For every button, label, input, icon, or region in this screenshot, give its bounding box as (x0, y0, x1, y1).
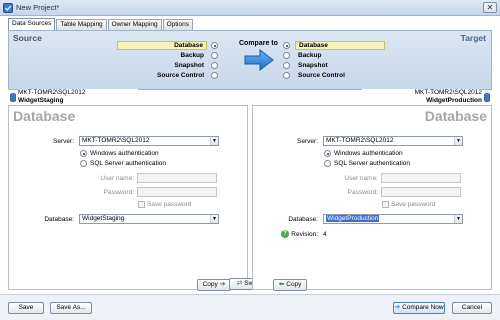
source-radio-backup[interactable] (211, 52, 218, 59)
target-password-input[interactable] (381, 187, 461, 197)
source-username-input[interactable] (137, 173, 217, 183)
target-password-label: Password: (347, 189, 378, 196)
target-save-password-checkbox[interactable] (382, 201, 389, 208)
target-server-select[interactable]: MKT-TOMR2\SQL2012 ▼ (323, 136, 463, 146)
target-windows-auth-radio[interactable] (324, 150, 331, 157)
target-username-label: User name: (344, 175, 378, 182)
source-sql-auth-label[interactable]: SQL Server authentication (90, 160, 166, 167)
source-windows-auth-radio[interactable] (80, 150, 87, 157)
target-windows-auth-label[interactable]: Windows authentication (334, 150, 403, 157)
source-option-source-control[interactable]: Source Control (114, 72, 204, 79)
target-panel-heading: Database (424, 108, 487, 124)
target-server-line: MKT-TOMR2\SQL2012 (414, 89, 482, 96)
source-database-value: WidgetStaging (82, 215, 125, 222)
target-option-backup[interactable]: Backup (295, 52, 385, 59)
target-database-line: WidgetProduction (426, 96, 482, 104)
chevron-down-icon[interactable]: ▼ (210, 137, 218, 145)
chevron-down-icon[interactable]: ▼ (454, 215, 462, 223)
target-radio-backup[interactable] (283, 52, 290, 59)
source-option-database[interactable]: Database (117, 41, 207, 50)
source-sql-auth-radio[interactable] (80, 160, 87, 167)
target-revision-value: 4 (323, 231, 327, 238)
close-button[interactable]: ✕ (483, 2, 497, 13)
source-username-label: User name: (100, 175, 134, 182)
target-connection-summary: MKT-TOMR2\SQL2012 WidgetProduction (362, 89, 482, 105)
tab-strip: Data Sources Table Mapping Owner Mapping… (8, 18, 194, 30)
title-bar: New Project* ✕ (0, 0, 500, 16)
source-server-label: Server: (53, 138, 74, 145)
target-panel: Database Server: MKT-TOMR2\SQL2012 ▼ Win… (252, 105, 492, 291)
source-server-select[interactable]: MKT-TOMR2\SQL2012 ▼ (79, 136, 219, 146)
source-password-label: Password: (103, 189, 134, 196)
compare-icon: ➔ (394, 304, 401, 311)
copy-left-button[interactable]: ⬅ Copy (273, 279, 307, 291)
source-connection-summary: MKT-TOMR2\SQL2012 WidgetStaging (18, 89, 138, 105)
arrow-right-icon: ➔ (219, 281, 226, 288)
cancel-button[interactable]: Cancel (452, 302, 492, 314)
compare-to-label: Compare to (239, 40, 278, 47)
target-server-value: MKT-TOMR2\SQL2012 (326, 137, 394, 144)
target-database-value: WidgetProduction (326, 215, 380, 222)
tab-options[interactable]: Options (162, 19, 193, 30)
compare-now-button[interactable]: ➔ Compare Now (393, 302, 445, 314)
source-panel-heading: Database (13, 108, 76, 124)
target-save-password-label: Save password (391, 201, 436, 208)
app-icon (3, 3, 13, 13)
target-radio-source-control[interactable] (283, 72, 290, 79)
save-as-button[interactable]: Save As... (50, 302, 92, 314)
window-title: New Project* (16, 3, 60, 12)
target-database-select[interactable]: WidgetProduction ▼ (323, 214, 463, 224)
source-database-icon (10, 93, 16, 102)
source-option-backup[interactable]: Backup (114, 52, 204, 59)
target-option-source-control[interactable]: Source Control (295, 72, 385, 79)
source-server-value: MKT-TOMR2\SQL2012 (82, 137, 150, 144)
tab-table-mapping[interactable]: Table Mapping (56, 19, 107, 30)
source-database-label: Database: (44, 216, 74, 223)
source-server-line: MKT-TOMR2\SQL2012 (18, 89, 86, 96)
chevron-down-icon[interactable]: ▼ (454, 137, 462, 145)
target-server-label: Server: (297, 138, 318, 145)
arrow-left-icon: ⬅ (278, 281, 285, 288)
source-title: Source (13, 33, 42, 43)
target-option-database[interactable]: Database (295, 41, 385, 50)
target-radio-database[interactable] (283, 42, 290, 49)
source-radio-source-control[interactable] (211, 72, 218, 79)
target-radio-snapshot[interactable] (283, 62, 290, 69)
copy-right-label: Copy (202, 281, 218, 288)
source-radio-database[interactable] (211, 42, 218, 49)
target-database-icon (484, 93, 490, 102)
source-save-password-checkbox[interactable] (138, 201, 145, 208)
tab-data-sources[interactable]: Data Sources (8, 18, 56, 30)
target-username-input[interactable] (381, 173, 461, 183)
source-panel: Database Server: MKT-TOMR2\SQL2012 ▼ Win… (8, 105, 248, 291)
close-icon: ✕ (486, 3, 494, 12)
source-database-line: WidgetStaging (18, 96, 64, 104)
compare-now-label: Compare Now (402, 304, 444, 311)
copy-right-button[interactable]: Copy ➔ (197, 279, 231, 291)
target-option-snapshot[interactable]: Snapshot (295, 62, 385, 69)
chevron-down-icon[interactable]: ▼ (210, 215, 218, 223)
target-revision-label: Revision: (291, 231, 318, 238)
copy-left-label: Copy (286, 281, 302, 288)
tab-owner-mapping[interactable]: Owner Mapping (107, 19, 162, 30)
source-windows-auth-label[interactable]: Windows authentication (90, 150, 159, 157)
source-password-input[interactable] (137, 187, 217, 197)
save-button[interactable]: Save (8, 302, 44, 314)
target-database-label: Database: (288, 216, 318, 223)
target-sql-auth-radio[interactable] (324, 160, 331, 167)
target-title: Target (460, 33, 486, 43)
compare-arrow-icon (244, 49, 274, 71)
source-radio-snapshot[interactable] (211, 62, 218, 69)
source-option-snapshot[interactable]: Snapshot (114, 62, 204, 69)
source-target-band: Source Target Database Backup Snapshot S… (8, 30, 492, 90)
source-save-password-label: Save password (147, 201, 192, 208)
swap-icon: ⇄ (236, 280, 243, 287)
target-sql-auth-label[interactable]: SQL Server authentication (334, 160, 410, 167)
source-database-select[interactable]: WidgetStaging ▼ (79, 214, 219, 224)
dialog-footer: Save Save As... ➔ Compare Now Cancel (0, 294, 500, 320)
